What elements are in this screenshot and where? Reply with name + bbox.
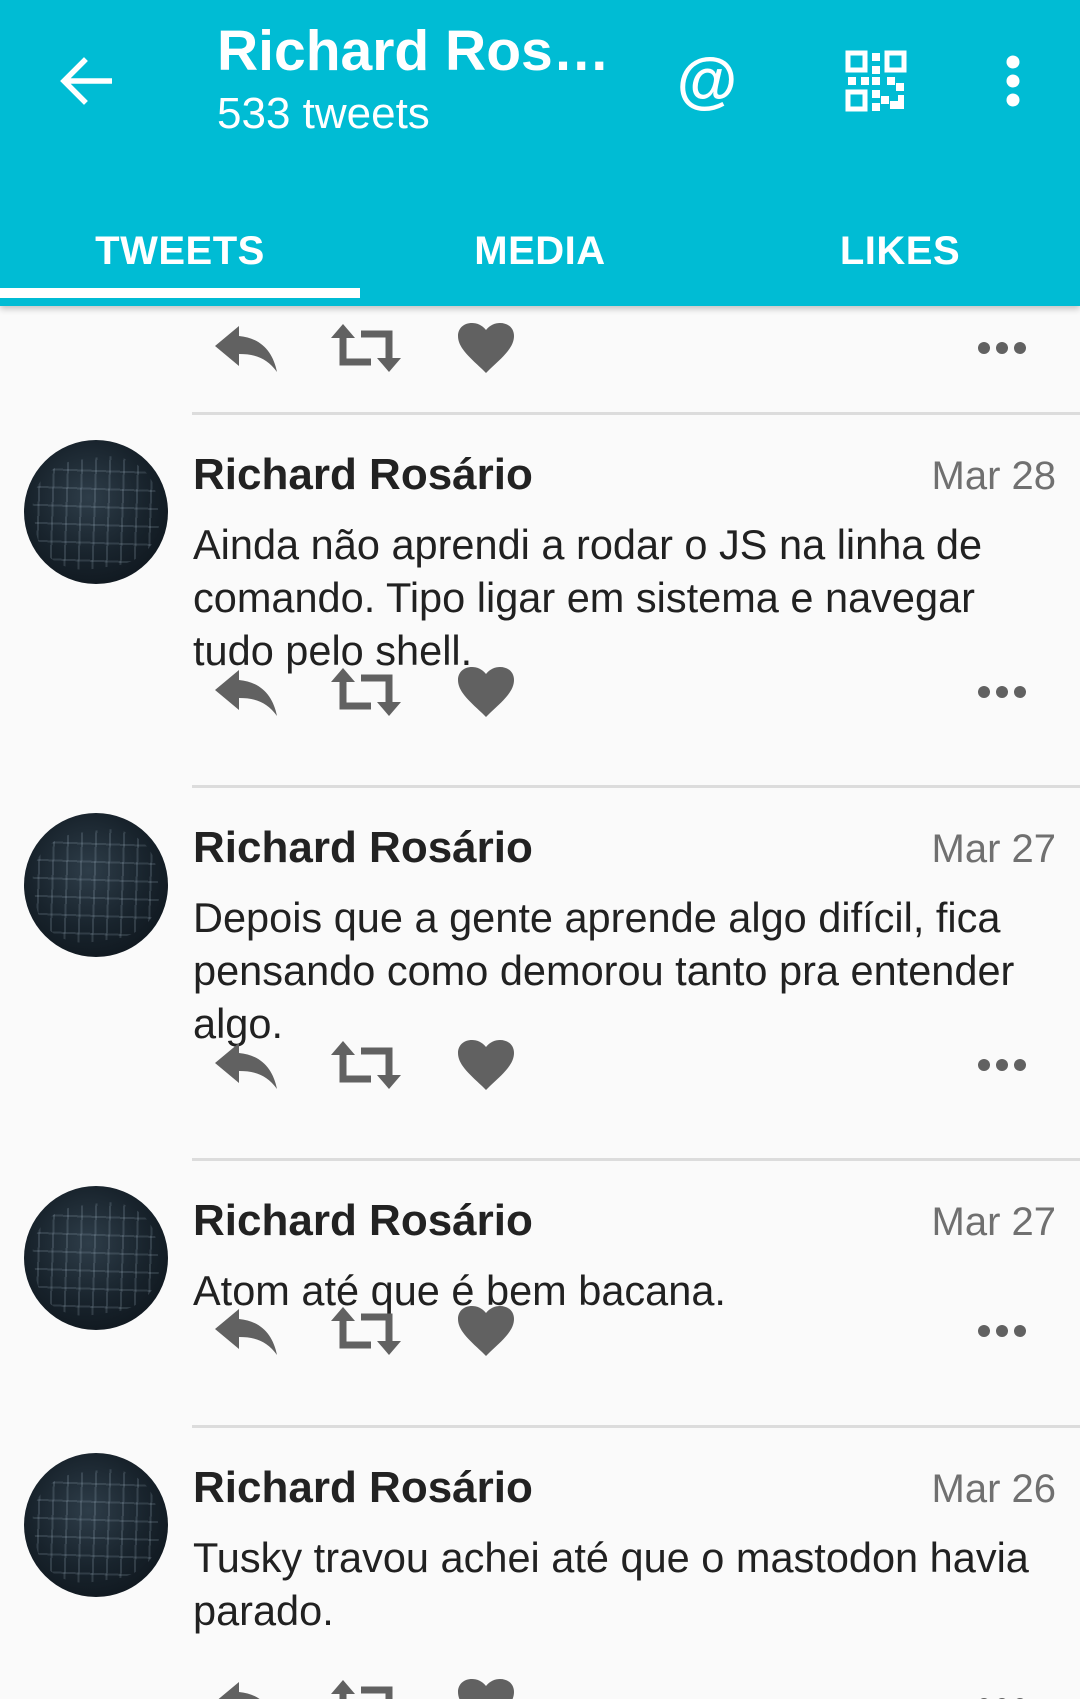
overflow-menu-icon bbox=[1006, 55, 1020, 107]
keyboard-photo bbox=[26, 449, 166, 577]
author-name[interactable]: Richard Rosário bbox=[193, 1463, 533, 1513]
avatar[interactable] bbox=[24, 1453, 168, 1597]
reply-button[interactable] bbox=[206, 1291, 286, 1371]
divider bbox=[192, 1425, 1080, 1428]
profile-tabs: TWEETS MEDIA LIKES bbox=[0, 196, 1080, 306]
more-icon bbox=[978, 1325, 1026, 1337]
qr-code-icon bbox=[845, 50, 907, 112]
boost-icon bbox=[331, 1680, 393, 1699]
boost-icon bbox=[331, 1307, 401, 1355]
boost-button[interactable] bbox=[326, 1664, 406, 1699]
boost-icon bbox=[331, 1041, 401, 1089]
avatar[interactable] bbox=[24, 440, 168, 584]
mention-button[interactable]: @ bbox=[662, 36, 752, 126]
profile-title-block: Richard Ros… 533 tweets bbox=[217, 18, 617, 142]
app-root: Richard Ros… 533 tweets @ TWEETS MEDIA L… bbox=[0, 0, 1080, 1699]
author-name[interactable]: Richard Rosário bbox=[193, 450, 533, 500]
reply-button[interactable] bbox=[206, 308, 286, 388]
favourite-button[interactable] bbox=[446, 1025, 526, 1105]
boost-button[interactable] bbox=[326, 308, 406, 388]
boost-button[interactable] bbox=[326, 1025, 406, 1105]
tab-tweets[interactable]: TWEETS bbox=[0, 196, 360, 306]
favourite-button[interactable] bbox=[446, 652, 526, 732]
more-icon bbox=[978, 342, 1026, 354]
author-name[interactable]: Richard Rosário bbox=[193, 1196, 533, 1246]
back-button[interactable] bbox=[44, 40, 126, 122]
more-button[interactable] bbox=[962, 652, 1042, 732]
more-icon bbox=[978, 1059, 1026, 1071]
back-arrow-icon bbox=[60, 57, 112, 105]
tweet-text: Tusky travou achei até que o mastodon ha… bbox=[193, 1534, 1029, 1634]
boost-icon bbox=[331, 324, 401, 372]
tweet-count: 533 tweets bbox=[217, 89, 430, 138]
tweet-actions bbox=[0, 1664, 1080, 1699]
reply-icon bbox=[218, 1682, 260, 1699]
app-bar: Richard Ros… 533 tweets @ TWEETS MEDIA L… bbox=[0, 0, 1080, 306]
boost-button[interactable] bbox=[326, 652, 406, 732]
overflow-menu-button[interactable] bbox=[968, 36, 1058, 126]
favourite-button[interactable] bbox=[446, 1291, 526, 1371]
more-button[interactable] bbox=[962, 1025, 1042, 1105]
favourite-button[interactable] bbox=[446, 308, 526, 388]
author-name[interactable]: Richard Rosário bbox=[193, 823, 533, 873]
tweet-date: Mar 26 bbox=[931, 1467, 1057, 1511]
divider bbox=[192, 785, 1080, 788]
tweet-date: Mar 27 bbox=[931, 827, 1057, 871]
favourite-icon bbox=[458, 667, 514, 717]
more-button[interactable] bbox=[962, 1291, 1042, 1371]
reply-icon bbox=[215, 670, 277, 716]
reply-button[interactable] bbox=[206, 1664, 286, 1699]
more-icon bbox=[978, 686, 1026, 698]
divider bbox=[192, 1158, 1080, 1161]
more-button[interactable] bbox=[962, 308, 1042, 388]
reply-icon bbox=[215, 1043, 277, 1089]
reply-button[interactable] bbox=[206, 652, 286, 732]
reply-button[interactable] bbox=[206, 1025, 286, 1105]
tweet-actions bbox=[0, 308, 1080, 388]
favourite-icon bbox=[458, 1040, 514, 1090]
boost-button[interactable] bbox=[326, 1291, 406, 1371]
keyboard-photo bbox=[26, 822, 166, 950]
tweet-actions bbox=[0, 1291, 1080, 1371]
avatar[interactable] bbox=[24, 813, 168, 957]
favourite-icon bbox=[458, 323, 514, 373]
boost-icon bbox=[331, 668, 401, 716]
tab-likes[interactable]: LIKES bbox=[720, 196, 1080, 306]
favourite-icon bbox=[458, 1679, 514, 1699]
tweet-actions bbox=[0, 1025, 1080, 1105]
mention-icon: @ bbox=[676, 46, 738, 115]
qr-code-button[interactable] bbox=[831, 36, 921, 126]
divider bbox=[192, 412, 1080, 415]
favourite-button[interactable] bbox=[446, 1664, 526, 1699]
tweet-actions bbox=[0, 652, 1080, 732]
tab-media[interactable]: MEDIA bbox=[360, 196, 720, 306]
favourite-icon bbox=[458, 1306, 514, 1356]
reply-icon bbox=[215, 326, 277, 372]
more-button[interactable] bbox=[962, 1664, 1042, 1699]
tweet-date: Mar 28 bbox=[931, 454, 1057, 498]
tweet-item[interactable]: Richard Rosário Mar 26 Tusky travou ache… bbox=[0, 1453, 1080, 1699]
profile-name-title: Richard Ros… bbox=[217, 19, 610, 83]
keyboard-photo bbox=[26, 1462, 166, 1590]
reply-icon bbox=[215, 1309, 277, 1355]
tweet-date: Mar 27 bbox=[931, 1200, 1057, 1244]
